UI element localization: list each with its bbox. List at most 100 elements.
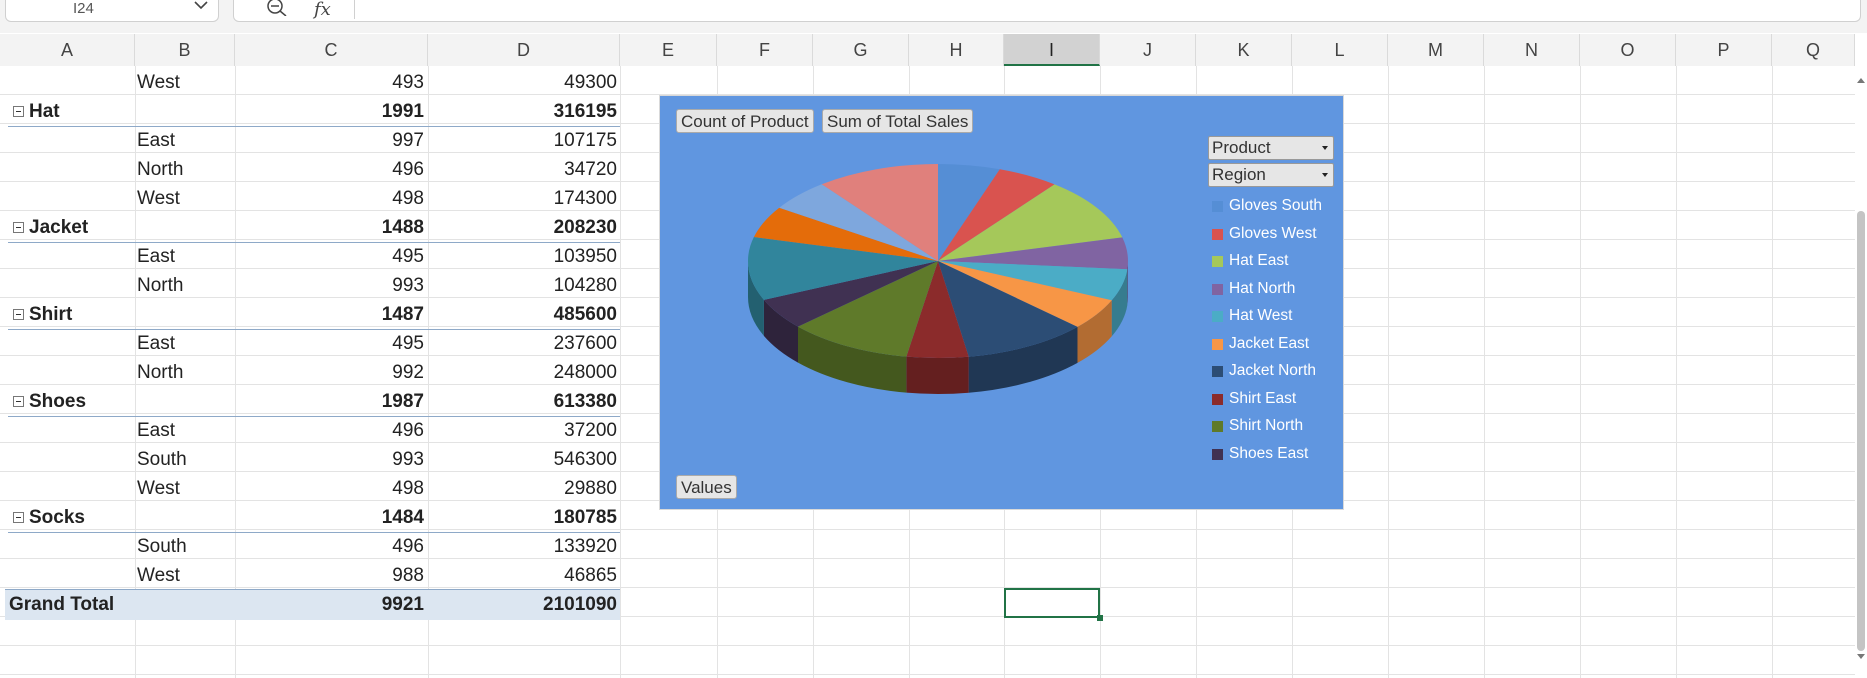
collapse-toggle-icon[interactable] (13, 396, 24, 407)
sum-of-total-sales-value[interactable]: 37200 (428, 417, 617, 445)
count-of-product-value[interactable]: 496 (235, 417, 424, 445)
region-label[interactable]: North (137, 156, 183, 184)
count-of-product-value[interactable]: 493 (235, 69, 424, 97)
column-header-d[interactable]: D (428, 34, 620, 66)
count-of-product-value[interactable]: 498 (235, 475, 424, 503)
region-label[interactable]: North (137, 272, 183, 300)
sum-of-total-sales-value[interactable]: 546300 (428, 446, 617, 474)
column-header-o[interactable]: O (1580, 34, 1676, 66)
name-box-value: I24 (73, 0, 94, 17)
column-header-q[interactable]: Q (1772, 34, 1855, 66)
count-of-product-value[interactable]: 495 (235, 243, 424, 271)
count-of-product-value[interactable]: 997 (235, 127, 424, 155)
pie-plot-area (748, 164, 1128, 394)
region-label[interactable]: West (137, 69, 180, 97)
sum-of-total-sales-value[interactable]: 613380 (428, 388, 617, 416)
count-of-product-value[interactable]: 993 (235, 272, 424, 300)
count-of-product-value[interactable]: 9921 (235, 591, 424, 619)
formula-bar: I24 fx (0, 0, 1867, 33)
count-of-product-value[interactable]: 495 (235, 330, 424, 358)
region-label[interactable]: West (137, 562, 180, 590)
sum-of-total-sales-value[interactable]: 133920 (428, 533, 617, 561)
scrollbar-thumb[interactable] (1857, 211, 1865, 651)
column-header-j[interactable]: J (1100, 34, 1196, 66)
region-label[interactable]: North (137, 359, 183, 387)
sum-of-total-sales-value[interactable]: 49300 (428, 69, 617, 97)
count-of-product-value[interactable]: 498 (235, 185, 424, 213)
sum-of-total-sales-value[interactable]: 107175 (428, 127, 617, 155)
collapse-toggle-icon[interactable] (13, 106, 24, 117)
sum-of-total-sales-value[interactable]: 485600 (428, 301, 617, 329)
column-header-h[interactable]: H (909, 34, 1004, 66)
sum-of-total-sales-value[interactable]: 104280 (428, 272, 617, 300)
collapse-toggle-icon[interactable] (13, 512, 24, 523)
vertical-scrollbar[interactable] (1855, 66, 1867, 678)
region-label[interactable]: East (137, 243, 175, 271)
group-label[interactable]: Shirt (29, 301, 72, 329)
sum-of-total-sales-value[interactable]: 103950 (428, 243, 617, 271)
pie-slice-side[interactable] (906, 356, 969, 394)
region-label[interactable]: East (137, 330, 175, 358)
group-label[interactable]: Hat (29, 98, 60, 126)
count-of-product-value[interactable]: 496 (235, 533, 424, 561)
column-header-f[interactable]: F (717, 34, 813, 66)
collapse-toggle-icon[interactable] (13, 309, 24, 320)
column-gridline (620, 66, 621, 678)
column-header-m[interactable]: M (1388, 34, 1484, 66)
column-header-l[interactable]: L (1292, 34, 1388, 66)
group-label[interactable]: Jacket (29, 214, 88, 242)
column-header-k[interactable]: K (1196, 34, 1292, 66)
sum-of-total-sales-value[interactable]: 316195 (428, 98, 617, 126)
sum-of-total-sales-value[interactable]: 180785 (428, 504, 617, 532)
scroll-down-icon[interactable] (1855, 651, 1867, 663)
pivot-chart[interactable]: Count of Product Sum of Total Sales Valu… (659, 95, 1344, 510)
region-label[interactable]: West (137, 185, 180, 213)
region-label[interactable]: East (137, 417, 175, 445)
count-of-product-value[interactable]: 1487 (235, 301, 424, 329)
chevron-down-icon[interactable] (194, 1, 208, 10)
sum-of-total-sales-value[interactable]: 248000 (428, 359, 617, 387)
column-header-a[interactable]: A (0, 34, 135, 66)
zoom-out-icon[interactable] (266, 0, 288, 16)
scroll-up-icon[interactable] (1855, 74, 1867, 86)
grand-total-label[interactable]: Grand Total (9, 591, 114, 619)
region-label[interactable]: South (137, 533, 187, 561)
count-of-product-value[interactable]: 1991 (235, 98, 424, 126)
formula-separator (354, 0, 355, 19)
sum-of-total-sales-value[interactable]: 208230 (428, 214, 617, 242)
count-of-product-value[interactable]: 988 (235, 562, 424, 590)
count-of-product-value[interactable]: 1987 (235, 388, 424, 416)
sum-of-total-sales-value[interactable]: 29880 (428, 475, 617, 503)
column-gridline (1772, 66, 1773, 678)
column-header-c[interactable]: C (235, 34, 428, 66)
column-header-i[interactable]: I (1004, 34, 1100, 66)
region-label[interactable]: South (137, 446, 187, 474)
collapse-toggle-icon[interactable] (13, 222, 24, 233)
count-of-product-value[interactable]: 993 (235, 446, 424, 474)
sum-of-total-sales-value[interactable]: 174300 (428, 185, 617, 213)
sum-of-total-sales-value[interactable]: 237600 (428, 330, 617, 358)
column-gridline (1676, 66, 1677, 678)
sum-of-total-sales-value[interactable]: 34720 (428, 156, 617, 184)
group-label[interactable]: Shoes (29, 388, 86, 416)
region-label[interactable]: West (137, 475, 180, 503)
fx-icon[interactable]: fx (314, 0, 331, 20)
sum-of-total-sales-value[interactable]: 2101090 (428, 591, 617, 619)
column-header-p[interactable]: P (1676, 34, 1772, 66)
count-of-product-value[interactable]: 1484 (235, 504, 424, 532)
formula-input[interactable]: fx (233, 0, 1861, 22)
column-header-n[interactable]: N (1484, 34, 1580, 66)
column-header-e[interactable]: E (620, 34, 717, 66)
count-of-product-value[interactable]: 1488 (235, 214, 424, 242)
row-gridline (0, 674, 1855, 675)
region-label[interactable]: East (137, 127, 175, 155)
group-label[interactable]: Socks (29, 504, 85, 532)
selected-cell-i24[interactable] (1004, 588, 1103, 621)
name-box[interactable]: I24 (5, 0, 219, 22)
row-gridline (0, 645, 1855, 646)
count-of-product-value[interactable]: 496 (235, 156, 424, 184)
column-header-g[interactable]: G (813, 34, 909, 66)
column-header-b[interactable]: B (135, 34, 235, 66)
sum-of-total-sales-value[interactable]: 46865 (428, 562, 617, 590)
count-of-product-value[interactable]: 992 (235, 359, 424, 387)
